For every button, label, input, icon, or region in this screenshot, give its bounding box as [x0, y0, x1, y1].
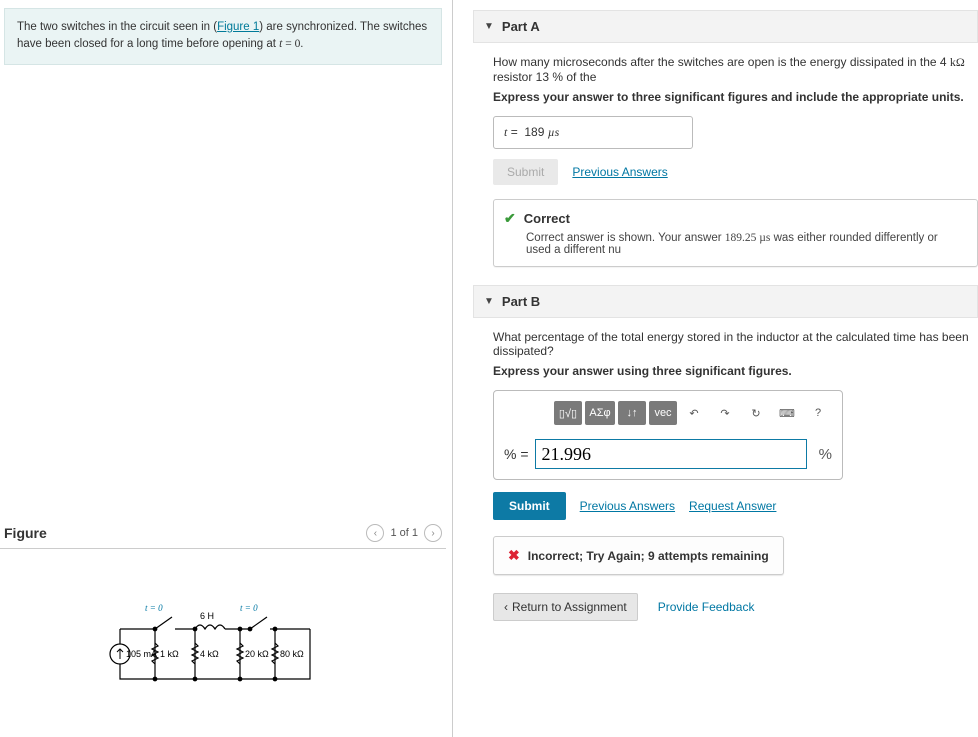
equation-toolbar: ▯√▯ ΑΣφ ↓↑ vec ↶ ↷ ↻ ⌨ ? — [554, 401, 832, 425]
toolbar-subsup-button[interactable]: ↓↑ — [618, 401, 646, 425]
toolbar-help-button[interactable]: ? — [804, 401, 832, 425]
toolbar-reset-button[interactable]: ↻ — [742, 401, 770, 425]
part-b-request-answer-link[interactable]: Request Answer — [689, 499, 776, 513]
right-pane: ▼ Part A How many microseconds after the… — [453, 0, 978, 737]
figure-link[interactable]: Figure 1 — [217, 21, 259, 33]
toolbar-templates-button[interactable]: ▯√▯ — [554, 401, 582, 425]
r4-label: 80 kΩ — [280, 649, 304, 659]
cross-icon: ✖ — [508, 547, 520, 564]
part-a-feedback: ✔ Correct Correct answer is shown. Your … — [493, 199, 978, 267]
toolbar-greek-button[interactable]: ΑΣφ — [585, 401, 615, 425]
r1-label: 1 kΩ — [160, 649, 179, 659]
part-b-previous-answers-link[interactable]: Previous Answers — [580, 499, 675, 513]
part-b-feedback: ✖ Incorrect; Try Again; 9 attempts remai… — [493, 536, 784, 575]
problem-statement: The two switches in the circuit seen in … — [4, 8, 442, 65]
chevron-left-icon: ‹ — [504, 600, 508, 614]
part-a-body: How many microseconds after the switches… — [473, 55, 978, 285]
part-b-submit-button[interactable]: Submit — [493, 492, 566, 520]
part-a-question: How many microseconds after the switches… — [493, 55, 978, 84]
part-a-submit-button: Submit — [493, 159, 558, 185]
r2-label: 4 kΩ — [200, 649, 219, 659]
part-b-answer-input[interactable] — [535, 439, 807, 469]
part-b-question: What percentage of the total energy stor… — [493, 330, 978, 358]
part-b-label: Part B — [502, 294, 540, 309]
circuit-diagram: t = 0 t = 0 6 H 105 mA 1 kΩ 4 kΩ 20 kΩ 8… — [100, 599, 446, 697]
part-a-header[interactable]: ▼ Part A — [473, 10, 978, 43]
caret-down-icon: ▼ — [484, 21, 494, 32]
part-a-label: Part A — [502, 19, 540, 34]
toolbar-keyboard-button[interactable]: ⌨ — [773, 401, 801, 425]
problem-text-prefix: The two switches in the circuit seen in … — [17, 21, 217, 33]
source-label: 105 mA — [126, 649, 157, 659]
r3-label: 20 kΩ — [245, 649, 269, 659]
inductor-label: 6 H — [200, 611, 214, 621]
figure-pagination: ‹ 1 of 1 › — [366, 524, 442, 542]
part-a-answer-field[interactable]: t = 189 µs — [493, 116, 693, 149]
left-pane: The two switches in the circuit seen in … — [0, 0, 453, 737]
figure-section: Figure ‹ 1 of 1 › — [0, 518, 452, 737]
figure-prev-button[interactable]: ‹ — [366, 524, 384, 542]
figure-page-label: 1 of 1 — [390, 527, 418, 539]
toolbar-vec-button[interactable]: vec — [649, 401, 677, 425]
figure-next-button[interactable]: › — [424, 524, 442, 542]
part-b-lhs: % = — [504, 446, 529, 462]
part-b-unit: % — [819, 446, 832, 463]
check-icon: ✔ — [504, 210, 516, 227]
caret-down-icon: ▼ — [484, 296, 494, 307]
part-b-header[interactable]: ▼ Part B — [473, 285, 978, 318]
toolbar-undo-button[interactable]: ↶ — [680, 401, 708, 425]
toolbar-redo-button[interactable]: ↷ — [711, 401, 739, 425]
part-b-feedback-text: Incorrect; Try Again; 9 attempts remaini… — [528, 549, 769, 563]
return-to-assignment-button[interactable]: ‹ Return to Assignment — [493, 593, 638, 621]
part-b-instruction: Express your answer using three signific… — [493, 364, 978, 378]
part-b-input-panel: ▯√▯ ΑΣφ ↓↑ vec ↶ ↷ ↻ ⌨ ? % = % — [493, 390, 843, 480]
provide-feedback-link[interactable]: Provide Feedback — [658, 600, 755, 614]
figure-header: Figure ‹ 1 of 1 › — [0, 518, 446, 549]
problem-t-expr: t = 0. — [279, 38, 303, 50]
part-a-feedback-title: Correct — [524, 211, 570, 226]
part-b-body: What percentage of the total energy stor… — [473, 330, 978, 639]
figure-title: Figure — [4, 525, 47, 541]
switch-label-right: t = 0 — [240, 603, 258, 613]
part-a-instruction: Express your answer to three significant… — [493, 90, 978, 104]
part-a-previous-answers-link[interactable]: Previous Answers — [572, 165, 667, 179]
switch-label-left: t = 0 — [145, 603, 163, 613]
